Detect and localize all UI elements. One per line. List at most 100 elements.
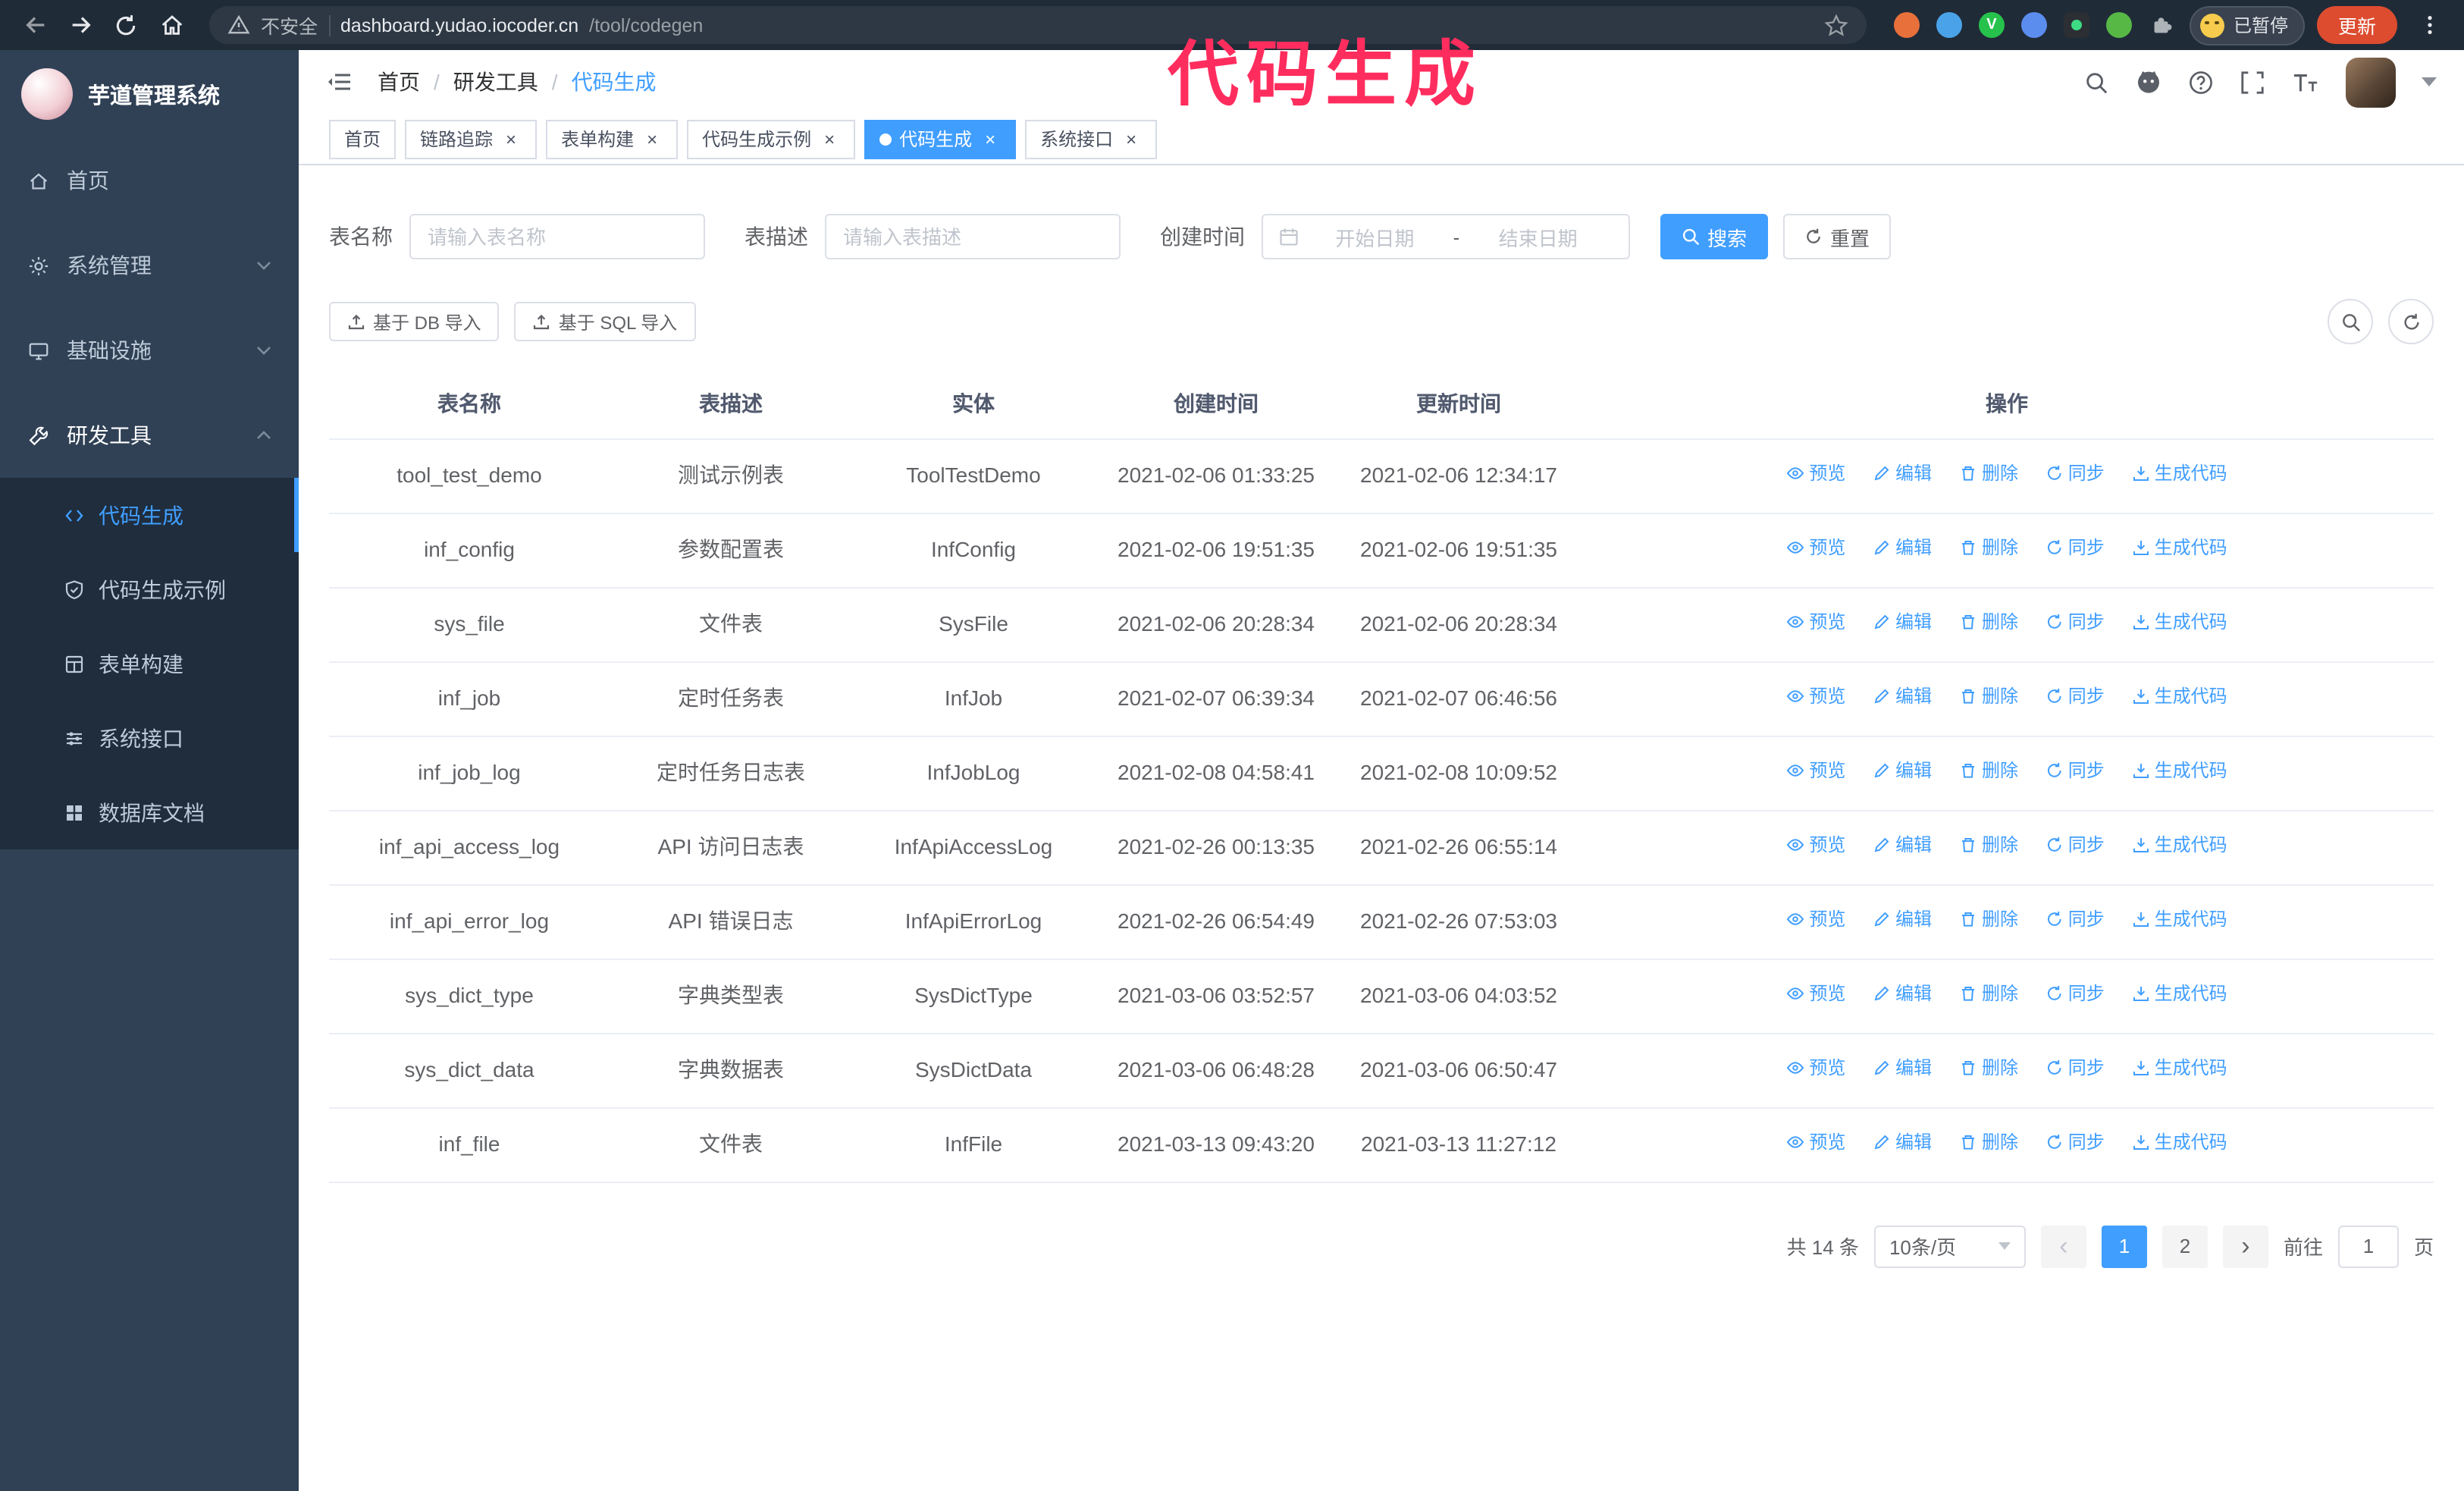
forward-icon[interactable] [61, 5, 100, 45]
sidebar-item-system-management[interactable]: 系统管理 [0, 223, 299, 308]
sync-link[interactable]: 同步 [2045, 757, 2105, 785]
extension-icon-5[interactable] [2063, 12, 2089, 38]
browser-update-button[interactable]: 更新 [2316, 6, 2397, 44]
generate-code-link[interactable]: 生成代码 [2132, 683, 2227, 711]
sidebar-item-code-generation-example[interactable]: 代码生成示例 [0, 552, 299, 626]
github-icon[interactable] [2135, 68, 2162, 96]
delete-link[interactable]: 删除 [1959, 906, 2018, 934]
help-icon[interactable] [2188, 69, 2214, 95]
extension-icon-4[interactable] [2020, 12, 2047, 38]
import-db-button[interactable]: 基于 DB 导入 [329, 302, 500, 341]
delete-link[interactable]: 删除 [1959, 980, 2018, 1008]
tab-codegen-example[interactable]: 代码生成示例 [687, 119, 856, 159]
page-size-select[interactable]: 10条/页 [1873, 1225, 2026, 1268]
bookmark-star-icon[interactable] [1824, 13, 1848, 37]
sidebar-item-form-builder[interactable]: 表单构建 [0, 626, 299, 701]
generate-code-link[interactable]: 生成代码 [2132, 1128, 2227, 1157]
edit-link[interactable]: 编辑 [1873, 683, 1932, 711]
edit-link[interactable]: 编辑 [1873, 460, 1932, 488]
preview-link[interactable]: 预览 [1786, 1128, 1845, 1157]
search-button[interactable]: 搜索 [1660, 214, 1769, 259]
date-range-picker[interactable]: 开始日期 - 结束日期 [1262, 214, 1630, 259]
tab-codegen[interactable]: 代码生成 [864, 119, 1017, 159]
extensions-puzzle-icon[interactable] [2149, 12, 2174, 38]
edit-link[interactable]: 编辑 [1873, 980, 1932, 1008]
preview-link[interactable]: 预览 [1786, 683, 1845, 711]
generate-code-link[interactable]: 生成代码 [2132, 757, 2227, 785]
back-icon[interactable] [15, 5, 55, 45]
edit-link[interactable]: 编辑 [1873, 831, 1932, 859]
toggle-search-button[interactable] [2328, 299, 2373, 344]
delete-link[interactable]: 删除 [1959, 534, 2018, 562]
sync-link[interactable]: 同步 [2045, 980, 2105, 1008]
sync-link[interactable]: 同步 [2045, 534, 2105, 562]
fullscreen-icon[interactable] [2240, 69, 2265, 95]
sidebar-item-home[interactable]: 首页 [0, 138, 299, 223]
sync-link[interactable]: 同步 [2045, 683, 2105, 711]
table-name-input[interactable] [409, 214, 705, 259]
sync-link[interactable]: 同步 [2045, 906, 2105, 934]
delete-link[interactable]: 删除 [1959, 608, 2018, 636]
sidebar-item-infrastructure[interactable]: 基础设施 [0, 308, 299, 393]
import-sql-button[interactable]: 基于 SQL 导入 [514, 302, 696, 341]
generate-code-link[interactable]: 生成代码 [2132, 906, 2227, 934]
next-page-button[interactable] [2222, 1225, 2268, 1268]
sidebar-toggle-icon[interactable] [326, 68, 353, 96]
date-start-placeholder[interactable]: 开始日期 [1299, 222, 1450, 251]
preview-link[interactable]: 预览 [1786, 460, 1845, 488]
goto-page-input[interactable] [2337, 1225, 2399, 1268]
preview-link[interactable]: 预览 [1786, 757, 1845, 785]
close-icon[interactable] [1121, 128, 1142, 149]
extension-icon-6[interactable] [2105, 12, 2132, 38]
edit-link[interactable]: 编辑 [1873, 906, 1932, 934]
sidebar-item-database-docs[interactable]: 数据库文档 [0, 775, 299, 849]
sync-link[interactable]: 同步 [2045, 1054, 2105, 1082]
sync-link[interactable]: 同步 [2045, 831, 2105, 859]
breadcrumb-dev-tools[interactable]: 研发工具 [453, 67, 538, 97]
preview-link[interactable]: 预览 [1786, 1054, 1845, 1082]
close-icon[interactable] [980, 128, 1001, 149]
edit-link[interactable]: 编辑 [1873, 1054, 1932, 1082]
user-avatar[interactable] [2346, 57, 2396, 107]
preview-link[interactable]: 预览 [1786, 831, 1845, 859]
preview-link[interactable]: 预览 [1786, 980, 1845, 1008]
browser-profile-chip[interactable]: 已暂停 [2189, 5, 2305, 45]
security-label[interactable]: 不安全 [261, 11, 318, 39]
prev-page-button[interactable] [2040, 1225, 2086, 1268]
extension-icon-1[interactable] [1893, 12, 1920, 38]
generate-code-link[interactable]: 生成代码 [2132, 980, 2227, 1008]
extension-icon-3[interactable]: V [1978, 12, 2005, 38]
app-logo[interactable]: 芋道管理系统 [0, 50, 299, 138]
home-icon[interactable] [152, 5, 191, 45]
generate-code-link[interactable]: 生成代码 [2132, 608, 2227, 636]
generate-code-link[interactable]: 生成代码 [2132, 460, 2227, 488]
sync-link[interactable]: 同步 [2045, 460, 2105, 488]
refresh-button[interactable] [2388, 299, 2434, 344]
page-button-1[interactable]: 1 [2101, 1225, 2147, 1268]
sidebar-item-system-interface[interactable]: 系统接口 [0, 701, 299, 775]
tab-tracing[interactable]: 链路追踪 [405, 119, 538, 159]
extension-icon-2[interactable] [1936, 12, 1962, 38]
date-end-placeholder[interactable]: 结束日期 [1462, 222, 1613, 251]
font-size-icon[interactable] [2291, 69, 2320, 95]
sync-link[interactable]: 同步 [2045, 1128, 2105, 1157]
reset-button[interactable]: 重置 [1783, 214, 1892, 259]
close-icon[interactable] [500, 128, 522, 149]
tab-home[interactable]: 首页 [329, 119, 397, 159]
generate-code-link[interactable]: 生成代码 [2132, 831, 2227, 859]
preview-link[interactable]: 预览 [1786, 906, 1845, 934]
delete-link[interactable]: 删除 [1959, 1128, 2018, 1157]
search-icon[interactable] [2083, 69, 2109, 95]
breadcrumb-home[interactable]: 首页 [378, 67, 420, 97]
preview-link[interactable]: 预览 [1786, 608, 1845, 636]
delete-link[interactable]: 删除 [1959, 460, 2018, 488]
address-bar[interactable]: 不安全 dashboard.yudao.iocoder.cn /tool/cod… [209, 6, 1867, 44]
delete-link[interactable]: 删除 [1959, 831, 2018, 859]
close-icon[interactable] [819, 128, 840, 149]
sync-link[interactable]: 同步 [2045, 608, 2105, 636]
sidebar-item-dev-tools[interactable]: 研发工具 [0, 393, 299, 478]
edit-link[interactable]: 编辑 [1873, 534, 1932, 562]
generate-code-link[interactable]: 生成代码 [2132, 534, 2227, 562]
edit-link[interactable]: 编辑 [1873, 1128, 1932, 1157]
table-desc-input[interactable] [825, 214, 1121, 259]
